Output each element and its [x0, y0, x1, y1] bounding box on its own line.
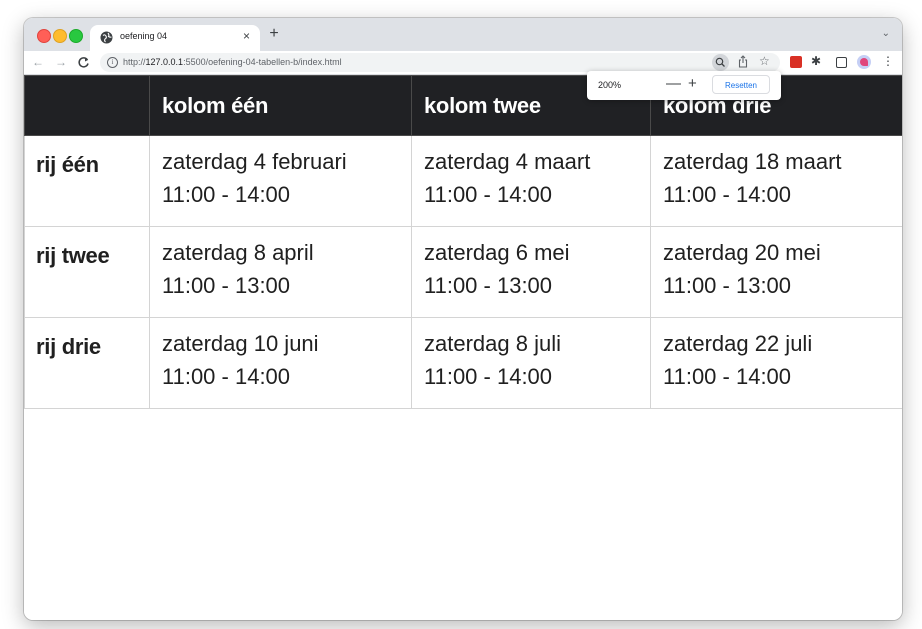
- cell-date: zaterdag 10 juni: [162, 331, 319, 356]
- table-cell: zaterdag 18 maart 11:00 - 14:00: [650, 135, 902, 227]
- back-icon[interactable]: ←: [32, 54, 44, 70]
- cell-date: zaterdag 18 maart: [663, 149, 842, 174]
- table-body: rij één zaterdag 4 februari 11:00 - 14:00…: [24, 135, 902, 409]
- cell-date: zaterdag 20 mei: [663, 240, 821, 265]
- site-info-icon[interactable]: i: [107, 57, 118, 68]
- cell-date: zaterdag 8 april: [162, 240, 314, 265]
- tab-search-icon[interactable]: ⌄: [882, 28, 890, 39]
- magnifier-icon: [715, 57, 725, 67]
- side-panel-icon[interactable]: [836, 57, 847, 68]
- maximize-window-button[interactable]: [69, 29, 83, 43]
- table-cell: zaterdag 6 mei 11:00 - 13:00: [411, 226, 651, 318]
- reset-zoom-button[interactable]: Resetten: [712, 75, 770, 94]
- zoom-in-button[interactable]: +: [688, 76, 697, 92]
- schedule-table: kolom één kolom twee kolom drie rij één …: [24, 75, 902, 409]
- zoom-popup: 200% — + Resetten: [587, 71, 781, 100]
- extension-icon[interactable]: [790, 56, 802, 68]
- address-bar[interactable]: i http://127.0.0.1:5500/oefening-04-tabe…: [100, 53, 780, 72]
- cell-time: 11:00 - 14:00: [424, 364, 553, 389]
- table-cell: zaterdag 22 juli 11:00 - 14:00: [650, 317, 902, 409]
- table-row: rij twee zaterdag 8 april 11:00 - 13:00 z…: [24, 226, 902, 318]
- column-header-kolom-een: kolom één: [149, 75, 412, 136]
- close-window-button[interactable]: [37, 29, 51, 43]
- cell-time: 11:00 - 13:00: [663, 273, 792, 298]
- profile-avatar[interactable]: [857, 55, 871, 69]
- puzzle-icon[interactable]: ✱: [811, 54, 821, 68]
- minimize-window-button[interactable]: [53, 29, 67, 43]
- cell-time: 11:00 - 14:00: [424, 182, 553, 207]
- browser-window: oefening 04 × + ⌄ ← → i http://127.0.0.1…: [24, 18, 902, 620]
- table-cell: zaterdag 20 mei 11:00 - 13:00: [650, 226, 902, 318]
- globe-icon: [100, 31, 113, 44]
- bookmark-star-icon[interactable]: ☆: [759, 54, 770, 68]
- cell-time: 11:00 - 13:00: [424, 273, 553, 298]
- table-cell: zaterdag 8 juli 11:00 - 14:00: [411, 317, 651, 409]
- zoom-out-button[interactable]: —: [666, 76, 681, 92]
- cell-time: 11:00 - 14:00: [162, 364, 291, 389]
- table-row: rij drie zaterdag 10 juni 11:00 - 14:00 z…: [24, 317, 902, 409]
- forward-icon[interactable]: →: [55, 54, 67, 70]
- table-cell: zaterdag 4 februari 11:00 - 14:00: [149, 135, 412, 227]
- tab-strip: oefening 04 × + ⌄: [24, 18, 902, 51]
- cell-time: 11:00 - 14:00: [162, 182, 291, 207]
- cell-date: zaterdag 6 mei: [424, 240, 570, 265]
- table-row: rij één zaterdag 4 februari 11:00 - 14:00…: [24, 135, 902, 227]
- cell-date: zaterdag 22 juli: [663, 331, 813, 356]
- table-cell: zaterdag 8 april 11:00 - 13:00: [149, 226, 412, 318]
- share-icon[interactable]: [738, 55, 748, 68]
- cell-time: 11:00 - 13:00: [162, 273, 291, 298]
- cell-date: zaterdag 4 februari: [162, 149, 347, 174]
- corner-header-cell: [24, 75, 150, 136]
- reload-icon[interactable]: [77, 56, 90, 69]
- table-cell: zaterdag 10 juni 11:00 - 14:00: [149, 317, 412, 409]
- tab-title: oefening 04: [120, 31, 168, 41]
- row-header-rij-drie: rij drie: [24, 317, 150, 409]
- table-cell: zaterdag 4 maart 11:00 - 14:00: [411, 135, 651, 227]
- zoom-level: 200%: [598, 80, 622, 90]
- row-header-rij-een: rij één: [24, 135, 150, 227]
- cell-date: zaterdag 4 maart: [424, 149, 591, 174]
- cell-date: zaterdag 8 juli: [424, 331, 561, 356]
- zoom-icon[interactable]: [712, 54, 729, 71]
- new-tab-button[interactable]: +: [266, 25, 282, 43]
- row-header-rij-twee: rij twee: [24, 226, 150, 318]
- cell-time: 11:00 - 14:00: [663, 364, 792, 389]
- page-viewport: kolom één kolom twee kolom drie rij één …: [24, 75, 902, 620]
- more-menu-icon[interactable]: ⋮: [882, 54, 894, 68]
- cell-time: 11:00 - 14:00: [663, 182, 792, 207]
- tab-close-icon[interactable]: ×: [243, 29, 250, 43]
- tab-oefening-04[interactable]: oefening 04 ×: [90, 25, 260, 51]
- url-text[interactable]: http://127.0.0.1:5500/oefening-04-tabell…: [123, 57, 342, 67]
